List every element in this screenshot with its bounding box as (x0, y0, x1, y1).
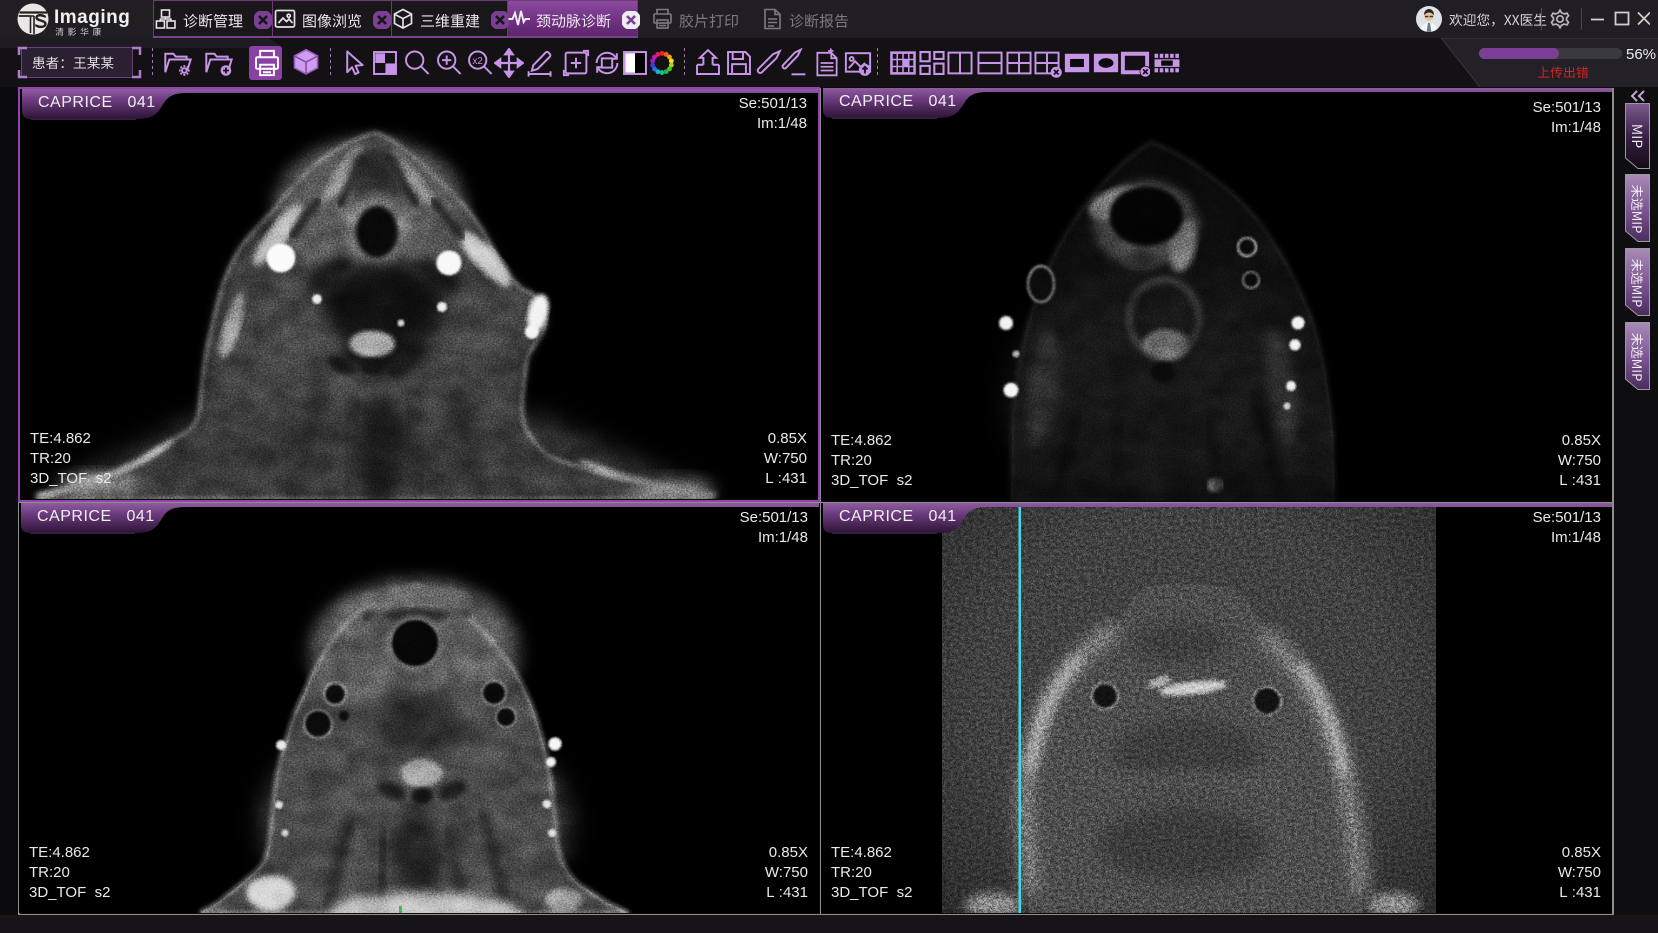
svg-text:x2: x2 (473, 56, 483, 67)
